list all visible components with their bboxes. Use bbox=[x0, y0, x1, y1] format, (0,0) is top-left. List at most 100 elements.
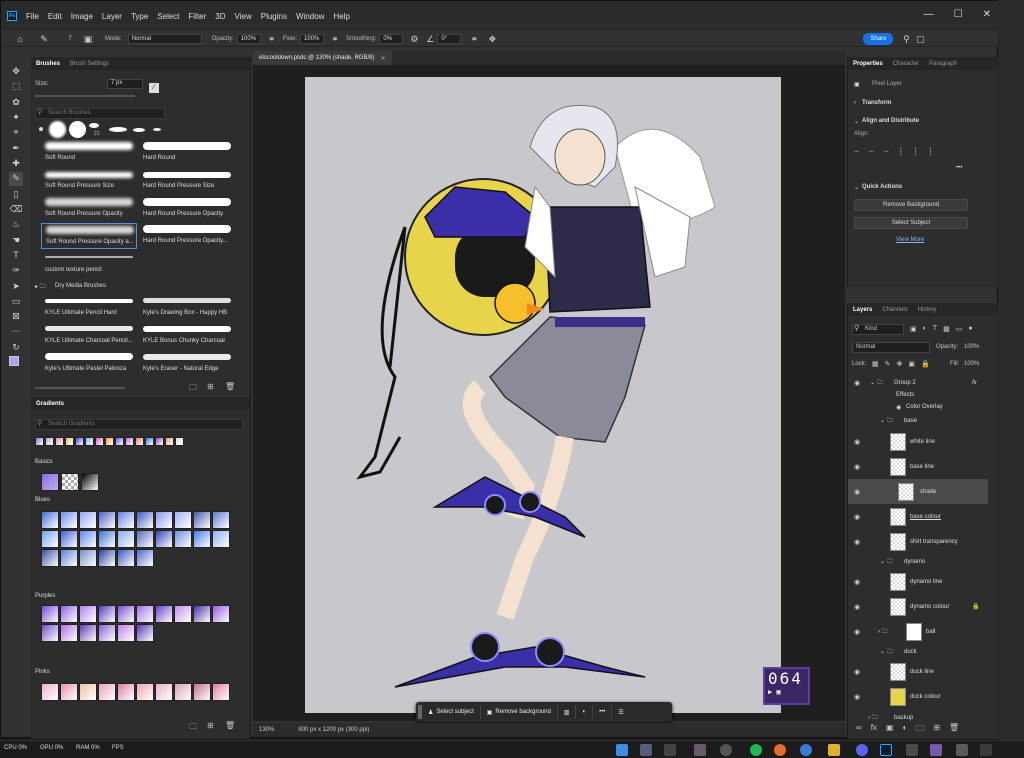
firefox-icon[interactable] bbox=[774, 744, 786, 756]
layer-row[interactable]: ◉ base colour bbox=[848, 504, 988, 529]
taskbar-app-icon[interactable] bbox=[956, 744, 968, 756]
layer-row-selected[interactable]: ◉ shade bbox=[848, 479, 988, 504]
search-brushes-input[interactable]: Search Brushes bbox=[35, 108, 165, 119]
link-layers-icon[interactable]: ∞ bbox=[856, 723, 862, 737]
align-bottom-icon[interactable]: ┆ bbox=[928, 147, 933, 156]
swap-colors-icon[interactable]: ↻ bbox=[9, 341, 23, 354]
brush-item[interactable]: KYLE Bonus Chunky Charcoal bbox=[139, 323, 235, 349]
pressure-size-icon[interactable]: ⚭ bbox=[469, 34, 479, 44]
symmetry-icon[interactable]: ❖ bbox=[487, 34, 497, 44]
angle-field[interactable]: 0° bbox=[437, 33, 462, 44]
brush-item[interactable]: Soft Round Pressure Opacity bbox=[41, 196, 137, 222]
eye-icon[interactable]: ◉ bbox=[854, 463, 860, 471]
document-tab[interactable]: elscooldown.psdc @ 130% (shade, RGB/8) ✕ bbox=[253, 51, 392, 65]
frame-tool-icon[interactable]: ⊠ bbox=[9, 310, 23, 323]
brush-item[interactable]: Soft Round Pressure Size bbox=[41, 168, 137, 194]
gradient-swatch[interactable] bbox=[79, 549, 97, 567]
adjustment-filter-icon[interactable]: ◐ bbox=[923, 325, 927, 333]
gradient-swatch[interactable] bbox=[155, 511, 173, 529]
menu-filter[interactable]: Filter bbox=[189, 12, 207, 21]
home-icon[interactable]: ⌂ bbox=[15, 34, 25, 44]
close-icon[interactable]: ✕ bbox=[983, 9, 991, 20]
gradient-swatch[interactable] bbox=[117, 549, 135, 567]
layer-row[interactable]: ◉ dynamo colour 🔒 bbox=[848, 594, 988, 619]
gradient-swatch[interactable] bbox=[136, 511, 154, 529]
menu-layer[interactable]: Layer bbox=[102, 12, 122, 21]
gradient-swatch[interactable] bbox=[60, 624, 78, 642]
tab-paragraph[interactable]: Paragraph bbox=[924, 61, 962, 67]
layer-opacity-field[interactable]: 100% bbox=[964, 344, 979, 350]
type-filter-icon[interactable]: T bbox=[933, 325, 937, 333]
gradient-swatch[interactable] bbox=[193, 511, 211, 529]
taskbar-app-icon[interactable] bbox=[800, 744, 812, 756]
search-icon[interactable]: ⚲ bbox=[901, 34, 911, 44]
folder-pinks[interactable]: Pinks bbox=[35, 669, 50, 675]
gradient-swatch[interactable] bbox=[117, 624, 135, 642]
tab-layers[interactable]: Layers bbox=[848, 307, 877, 313]
new-folder-icon[interactable]: 🗀 bbox=[189, 721, 197, 735]
align-section[interactable]: Align and Distribute bbox=[862, 118, 919, 124]
lock-all-icon[interactable]: 🔒 bbox=[921, 360, 930, 368]
gradient-swatch[interactable] bbox=[117, 511, 135, 529]
gradient-swatch[interactable] bbox=[65, 437, 74, 446]
gradient-swatch[interactable] bbox=[98, 683, 116, 701]
brush-item[interactable]: Hard Round Pressure Opacity... bbox=[139, 223, 235, 249]
brush-preset-angled[interactable] bbox=[89, 123, 99, 128]
tab-properties[interactable]: Properties bbox=[848, 61, 888, 67]
layer-row[interactable]: ⌄ 🗀 dynamo bbox=[848, 555, 988, 569]
gradient-swatch[interactable] bbox=[145, 437, 154, 446]
tab-brush-settings[interactable]: Brush Settings bbox=[65, 61, 114, 67]
marquee-tool-icon[interactable]: ⬚ bbox=[9, 80, 23, 93]
color-swatches[interactable] bbox=[9, 355, 24, 375]
tab-channels[interactable]: Channels bbox=[877, 307, 912, 313]
gradient-swatch[interactable] bbox=[98, 549, 116, 567]
size-field[interactable]: 7 px bbox=[107, 79, 143, 89]
magic-wand-tool-icon[interactable]: ✦ bbox=[9, 111, 23, 124]
lasso-tool-icon[interactable]: ✿ bbox=[9, 96, 23, 109]
brush-item[interactable]: Kyle's Drawing Box - Happy HB bbox=[139, 295, 235, 321]
crop-tool-icon[interactable]: ⌖ bbox=[9, 126, 23, 139]
lock-pixels-icon[interactable]: ✎ bbox=[885, 360, 891, 368]
photoshop-taskbar-icon[interactable] bbox=[880, 744, 892, 756]
gradient-swatch[interactable] bbox=[79, 683, 97, 701]
menu-select[interactable]: Select bbox=[157, 12, 179, 21]
brush-item[interactable]: custom texture pencil bbox=[41, 252, 137, 278]
menu-plugins[interactable]: Plugins bbox=[261, 12, 287, 21]
zoom-level[interactable]: 130% bbox=[259, 727, 274, 733]
align-top-icon[interactable]: ┆ bbox=[898, 147, 903, 156]
gradient-swatch[interactable] bbox=[45, 437, 54, 446]
lock-position-icon[interactable]: ✥ bbox=[897, 360, 903, 368]
folder-dry-media[interactable]: Dry Media Brushes bbox=[55, 283, 106, 289]
fx-icon[interactable]: fx bbox=[871, 723, 877, 737]
layer-row[interactable]: ◉ shirt transparency bbox=[848, 529, 988, 554]
canvas-area[interactable] bbox=[253, 65, 845, 721]
gradient-swatch[interactable] bbox=[175, 437, 184, 446]
eye-icon[interactable]: ◉ bbox=[896, 404, 901, 411]
brush-preset-tiny[interactable] bbox=[39, 127, 43, 131]
eye-icon[interactable]: ◉ bbox=[854, 628, 860, 636]
maximize-icon[interactable]: ☐ bbox=[954, 9, 963, 20]
brush-preset-hard[interactable] bbox=[69, 121, 86, 138]
healing-tool-icon[interactable]: ✚ bbox=[9, 157, 23, 170]
brush-item[interactable]: Hard Round bbox=[139, 140, 235, 166]
mode-select[interactable]: Normal bbox=[127, 33, 202, 44]
gradient-swatch[interactable] bbox=[212, 511, 230, 529]
foreground-color-swatch[interactable] bbox=[9, 355, 19, 366]
folder-blues[interactable]: Blues bbox=[35, 497, 50, 503]
more-tools-icon[interactable]: ⋯ bbox=[9, 325, 23, 338]
gradient-swatch[interactable] bbox=[85, 437, 94, 446]
align-left-icon[interactable]: ┄ bbox=[854, 147, 859, 156]
gradient-swatch[interactable] bbox=[136, 683, 154, 701]
gradient-swatch[interactable] bbox=[41, 473, 59, 491]
brush-item[interactable]: Kyle's Eraser - Natural Edge bbox=[139, 351, 235, 377]
gradient-swatch[interactable] bbox=[165, 437, 174, 446]
brush-preset-flat-small[interactable] bbox=[133, 128, 145, 132]
gradient-swatch[interactable] bbox=[136, 624, 154, 642]
taskbar-app-icon[interactable] bbox=[720, 744, 732, 756]
pen-tool-icon[interactable]: ✑ bbox=[9, 264, 23, 277]
spotify-icon[interactable] bbox=[750, 744, 762, 756]
remove-background-button[interactable]: ▣ Remove background bbox=[481, 705, 558, 719]
delete-layer-icon[interactable]: 🗑 bbox=[949, 723, 959, 737]
path-select-tool-icon[interactable]: ➤ bbox=[9, 279, 23, 292]
eye-icon[interactable]: ◉ bbox=[854, 578, 860, 586]
